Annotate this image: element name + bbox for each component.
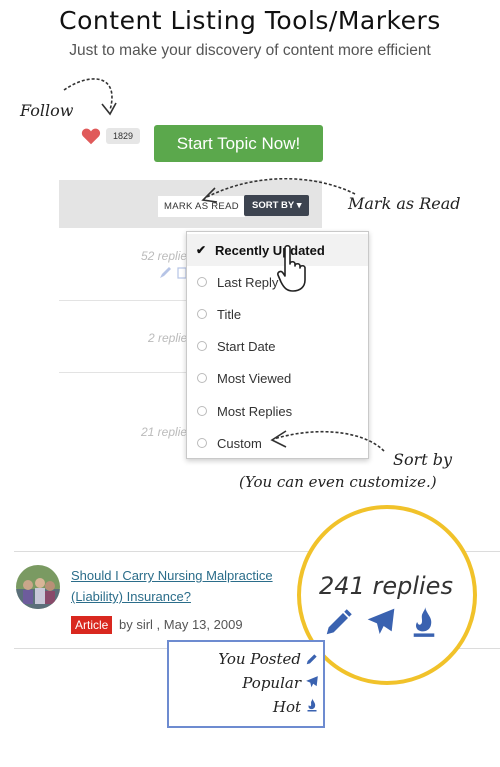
follow-count-badge: 1829 [106, 128, 141, 144]
replies-count-large: 241 replies [319, 572, 453, 600]
sort-option-title[interactable]: Title [187, 298, 368, 330]
sort-option-label: Most Replies [217, 403, 293, 419]
sort-option-label: Most Viewed [217, 370, 292, 386]
radio-icon [197, 309, 207, 319]
sort-option-label: Recently Updated [215, 242, 325, 258]
flame-icon [413, 607, 435, 637]
sort-option-start-date[interactable]: Start Date [187, 330, 368, 362]
topic-title-link[interactable]: Should I Carry Nursing Malpractice (Liab… [71, 565, 321, 607]
check-icon: ✔ [196, 243, 207, 257]
sort-option-label: Custom [217, 435, 262, 451]
flame-icon [307, 698, 317, 712]
sort-option-label: Title [217, 306, 242, 322]
heart-icon[interactable] [80, 125, 102, 147]
radio-icon [197, 277, 207, 287]
radio-icon [197, 341, 207, 351]
sort-by-annotation: Sort by [393, 450, 453, 469]
hand-cursor-icon [277, 244, 306, 292]
radio-icon [197, 373, 207, 383]
paper-plane-icon [306, 676, 318, 688]
paper-plane-icon [367, 608, 395, 634]
sort-option-label: Last Reply [217, 274, 279, 290]
ghost-replies-count: 2 replie [148, 331, 188, 345]
mark-read-arrow-icon [201, 177, 356, 203]
topic-title-line: Should I Carry Nursing Malpractice [71, 568, 273, 583]
sort-by-arrow-icon [270, 430, 385, 452]
follow-arrow-icon [63, 78, 117, 116]
start-topic-button[interactable]: Start Topic Now! [154, 125, 323, 162]
ghost-replies-count: 52 replie [141, 249, 188, 263]
article-tag-badge[interactable]: Article [71, 616, 113, 634]
legend-label: You Posted [218, 650, 301, 668]
sort-by-annotation-note: (You can even customize.) [239, 473, 437, 491]
pencil-icon [326, 609, 352, 635]
avatar-photo [16, 565, 60, 609]
legend-label: Hot [272, 698, 301, 716]
page-title: Content Listing Tools/Markers [59, 6, 441, 35]
ghost-replies-count: 21 replie [141, 425, 188, 439]
page-subtitle: Just to make your discovery of content m… [69, 42, 431, 59]
pencil-icon [306, 654, 317, 665]
radio-icon [197, 406, 207, 416]
icon-legend: You Posted Popular Hot [167, 640, 325, 728]
topic-title-line: (Liability) Insurance? [71, 589, 191, 604]
ghost-pencil-icon [160, 267, 187, 279]
avatar[interactable] [16, 565, 60, 609]
topic-byline: by sirl , May 13, 2009 [119, 617, 243, 632]
sort-option-label: Start Date [217, 338, 276, 354]
sort-option-most-viewed[interactable]: Most Viewed [187, 362, 368, 394]
legend-label: Popular [242, 674, 301, 692]
mark-as-read-annotation: Mark as Read [348, 194, 461, 213]
sort-option-most-replies[interactable]: Most Replies [187, 395, 368, 427]
radio-icon [197, 438, 207, 448]
